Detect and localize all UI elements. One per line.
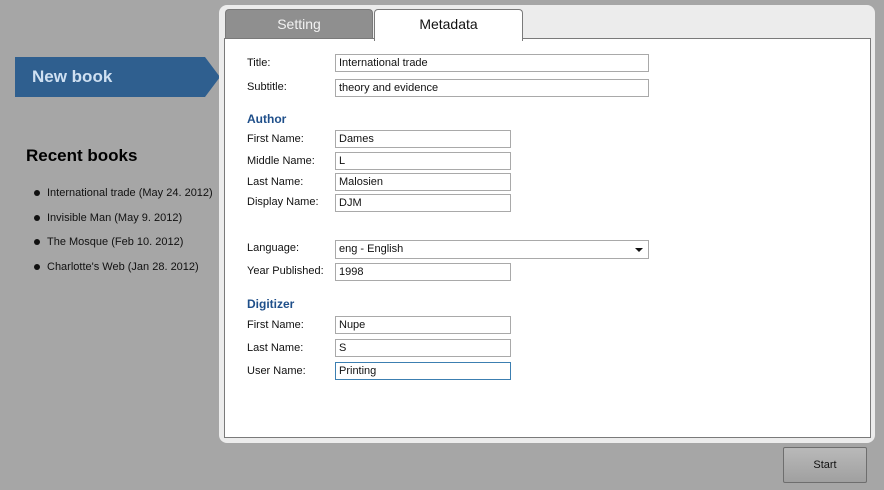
subtitle-input[interactable]: [335, 79, 649, 97]
language-value: eng - English: [339, 243, 404, 255]
author-display-name-label: Display Name:: [247, 196, 319, 208]
recent-book-label[interactable]: International trade (May 24. 2012): [47, 187, 213, 199]
digitizer-first-name-input[interactable]: [335, 316, 511, 334]
bullet-icon: [34, 214, 40, 221]
new-book-button[interactable]: New book: [15, 57, 220, 97]
author-middle-name-label: Middle Name:: [247, 155, 315, 167]
new-book-label: New book: [32, 67, 113, 86]
main-panel: Setting Metadata Title: Subtitle: Author…: [219, 5, 875, 443]
author-heading: Author: [247, 112, 287, 126]
digitizer-user-name-label: User Name:: [247, 365, 306, 377]
digitizer-last-name-input[interactable]: [335, 339, 511, 357]
chevron-down-icon[interactable]: [635, 248, 643, 252]
bullet-icon: [34, 263, 40, 270]
recent-books-list: International trade (May 24. 2012) Invis…: [34, 181, 213, 279]
recent-book-item[interactable]: Invisible Man (May 9. 2012): [34, 206, 213, 231]
bullet-icon: [34, 190, 40, 197]
bullet-icon: [34, 239, 40, 246]
author-last-name-input[interactable]: [335, 173, 511, 191]
digitizer-last-name-label: Last Name:: [247, 342, 304, 354]
language-select[interactable]: eng - English: [335, 240, 649, 259]
author-display-name-input[interactable]: [335, 194, 511, 212]
subtitle-label: Subtitle:: [247, 81, 287, 93]
digitizer-heading: Digitizer: [247, 297, 295, 311]
year-published-input[interactable]: [335, 263, 511, 281]
author-first-name-label: First Name:: [247, 133, 304, 145]
year-published-label: Year Published:: [247, 265, 324, 277]
language-label: Language:: [247, 242, 299, 254]
author-middle-name-input[interactable]: [335, 152, 511, 170]
title-label: Title:: [247, 57, 271, 69]
tab-metadata[interactable]: Metadata: [374, 9, 523, 41]
tab-setting[interactable]: Setting: [225, 9, 373, 39]
digitizer-user-name-input[interactable]: [335, 362, 511, 380]
author-last-name-label: Last Name:: [247, 176, 304, 188]
recent-book-label[interactable]: The Mosque (Feb 10. 2012): [47, 236, 183, 248]
recent-books-heading: Recent books: [26, 146, 138, 165]
recent-book-item[interactable]: International trade (May 24. 2012): [34, 181, 213, 206]
start-button[interactable]: Start: [783, 447, 867, 483]
recent-book-item[interactable]: The Mosque (Feb 10. 2012): [34, 230, 213, 255]
title-input[interactable]: [335, 54, 649, 72]
digitizer-first-name-label: First Name:: [247, 319, 304, 331]
recent-book-label[interactable]: Invisible Man (May 9. 2012): [47, 212, 182, 224]
recent-book-item[interactable]: Charlotte's Web (Jan 28. 2012): [34, 255, 213, 280]
metadata-form: Title: Subtitle: Author First Name: Midd…: [224, 38, 871, 438]
recent-book-label[interactable]: Charlotte's Web (Jan 28. 2012): [47, 261, 199, 273]
author-first-name-input[interactable]: [335, 130, 511, 148]
